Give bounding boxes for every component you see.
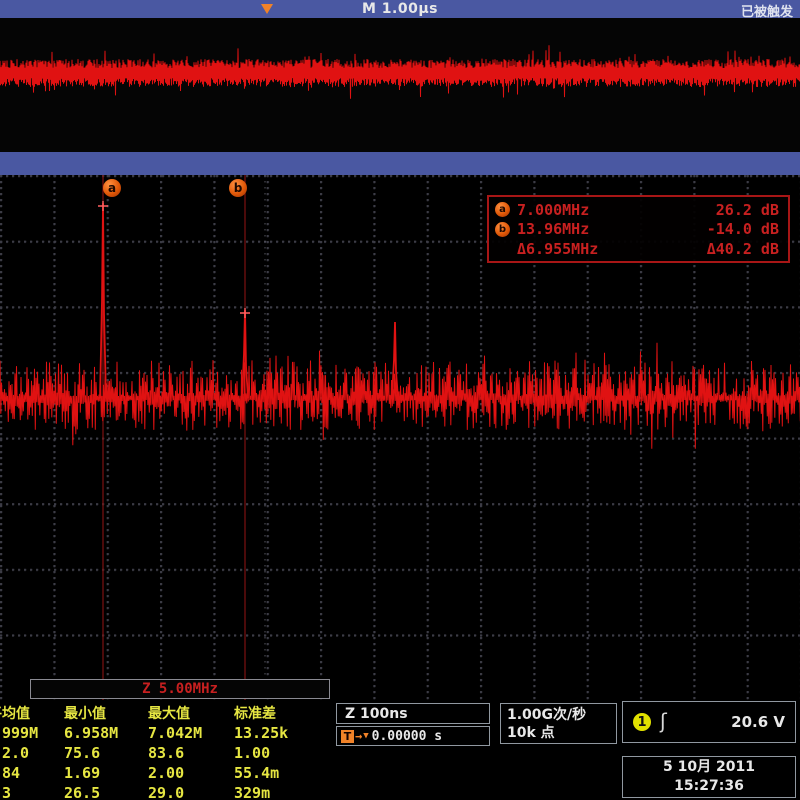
time-label: 15:27:36: [674, 777, 744, 796]
measurement-value: 84: [2, 764, 64, 782]
measurement-value: 83.6: [148, 744, 234, 762]
record-length-label: 10k 点: [507, 724, 610, 742]
cursor-a-badge: a: [103, 179, 121, 197]
measurement-header-row: 平均值 最小值 最大值 标准差: [2, 703, 332, 723]
trigger-t-icon: T: [341, 730, 354, 743]
cursor-delta-level: Δ40.2 dB: [707, 240, 779, 258]
measurement-row: 84 1.69 2.00 55.4m: [2, 763, 332, 783]
zoom-timebase-label: Z 100ns: [345, 706, 408, 722]
cursor-b-frequency: 13.96MHz: [517, 220, 635, 238]
zoom-span-label: Z 5.00MHz: [30, 679, 330, 699]
measurement-header: 标准差: [234, 703, 324, 723]
measurement-value: 13.25k: [234, 724, 324, 742]
measurement-value: 7.042M: [148, 724, 234, 742]
measurement-value: 2.00: [148, 764, 234, 782]
measurement-value: 55.4m: [234, 764, 324, 782]
measurement-header: 最大值: [148, 703, 234, 723]
trigger-info-box: 1 ʃ 20.6 V: [622, 701, 796, 743]
oscilloscope-screen: M 1.00μs 已被触发 a b a 7.000MHz 26.2 dB b 1…: [0, 0, 800, 800]
channel-1-badge: 1: [633, 713, 651, 731]
measurement-table: 平均值 最小值 最大值 标准差 999M 6.958M 7.042M 13.25…: [2, 703, 332, 800]
trigger-offset-row: T → ▼ 0.00000 s: [336, 726, 490, 746]
date-label: 5 10月 2011: [663, 758, 755, 777]
top-status-bar: M 1.00μs 已被触发: [0, 0, 800, 18]
measurement-value: 2.0: [2, 744, 64, 762]
measurement-row: 2.0 75.6 83.6 1.00: [2, 743, 332, 763]
timebase-label: M 1.00μs: [0, 1, 800, 17]
cursor-readout-row: Δ6.955MHz Δ40.2 dB: [495, 239, 779, 258]
acquisition-box: 1.00G次/秒 10k 点: [500, 703, 617, 744]
cursor-readout-row: b 13.96MHz -14.0 dB: [495, 220, 779, 239]
zoom-timebase-box: Z 100ns: [336, 703, 490, 724]
measurement-value: 6.958M: [64, 724, 148, 742]
measurement-value: 75.6: [64, 744, 148, 762]
measurement-row: 999M 6.958M 7.042M 13.25k: [2, 723, 332, 743]
trigger-slope-icon: ʃ: [660, 709, 667, 733]
measurement-row: 3 26.5 29.0 329m: [2, 783, 332, 800]
marker-down-icon: ▼: [363, 731, 368, 741]
cursor-readout-box: a 7.000MHz 26.2 dB b 13.96MHz -14.0 dB Δ…: [487, 195, 790, 263]
sample-rate-label: 1.00G次/秒: [507, 706, 610, 724]
cursor-a-frequency: 7.000MHz: [517, 201, 635, 219]
cursor-readout-row: a 7.000MHz 26.2 dB: [495, 200, 779, 219]
measurement-value: 1.00: [234, 744, 324, 762]
cursor-b-badge: b: [229, 179, 247, 197]
measurement-value: 3: [2, 784, 64, 800]
measurement-value: 26.5: [64, 784, 148, 800]
measurement-header: 平均值: [0, 703, 64, 723]
cursor-delta-frequency: Δ6.955MHz: [517, 240, 635, 258]
time-domain-panel: [0, 18, 800, 152]
measurement-value: 1.69: [64, 764, 148, 782]
datetime-box: 5 10月 2011 15:27:36: [622, 756, 796, 798]
arrow-right-icon: →: [355, 729, 362, 743]
measurement-value: 29.0: [148, 784, 234, 800]
cursor-a-icon: a: [495, 202, 510, 217]
cursor-a-level: 26.2 dB: [716, 201, 779, 219]
panel-divider: [0, 152, 800, 175]
status-bar: 平均值 最小值 最大值 标准差 999M 6.958M 7.042M 13.25…: [0, 700, 800, 800]
trigger-offset-value: 0.00000 s: [372, 729, 442, 744]
cursor-b-icon: b: [495, 222, 510, 237]
time-domain-trace: [0, 18, 800, 152]
spectrum-panel: a b a 7.000MHz 26.2 dB b 13.96MHz -14.0 …: [0, 175, 800, 700]
measurement-value: 329m: [234, 784, 324, 800]
measurement-value: 999M: [2, 724, 64, 742]
trigger-level-value: 20.6 V: [731, 713, 785, 731]
cursor-b-level: -14.0 dB: [707, 220, 779, 238]
measurement-header: 最小值: [64, 703, 148, 723]
